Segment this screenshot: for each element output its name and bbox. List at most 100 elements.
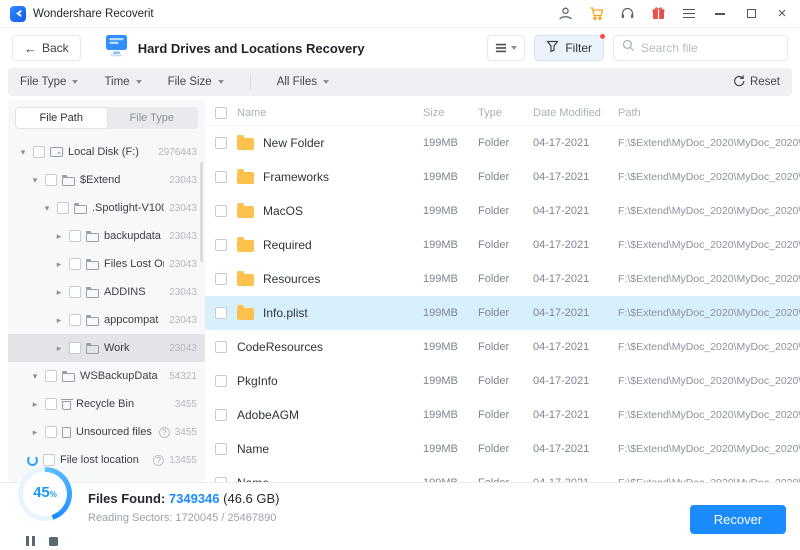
checkbox[interactable] xyxy=(215,341,227,353)
checkbox[interactable] xyxy=(215,273,227,285)
checkbox[interactable] xyxy=(215,443,227,455)
checkbox[interactable] xyxy=(215,375,227,387)
table-row[interactable]: Resources 199MB Folder 04-17-2021 F:\$Ex… xyxy=(205,262,800,296)
folder-icon xyxy=(74,202,87,214)
close-button[interactable]: × xyxy=(774,6,790,22)
tree-item-addins[interactable]: ADDINS 23043 xyxy=(8,278,205,306)
tree-item-backupdata[interactable]: backupdata 23043 xyxy=(8,222,205,250)
chevron-collapsed-icon[interactable] xyxy=(30,427,40,438)
filter-file-type-label: File Type xyxy=(20,76,67,88)
filter-time[interactable]: Time xyxy=(104,76,142,88)
recover-button[interactable]: Recover xyxy=(690,505,786,534)
search-icon xyxy=(622,39,635,57)
table-row[interactable]: Required 199MB Folder 04-17-2021 F:\$Ext… xyxy=(205,228,800,262)
cart-icon[interactable] xyxy=(588,6,604,22)
sidebar-scrollbar[interactable] xyxy=(200,162,203,262)
chevron-collapsed-icon[interactable] xyxy=(30,399,40,410)
checkbox[interactable] xyxy=(45,370,57,382)
tree-item-files-lost[interactable]: Files Lost Origri... 23043 xyxy=(8,250,205,278)
select-all-checkbox[interactable] xyxy=(215,106,227,119)
checkbox[interactable] xyxy=(215,239,227,251)
cell-type: Folder xyxy=(478,205,510,217)
checkbox[interactable] xyxy=(43,454,55,466)
tree-count: 23043 xyxy=(169,230,197,242)
tree-item-wsbackupdata[interactable]: WSBackupData 54321 xyxy=(8,362,205,390)
tree-count: 23043 xyxy=(169,258,197,270)
tree-item-local-disk[interactable]: Local Disk (F:) 2976443 xyxy=(8,138,205,166)
tree-item-appcompat[interactable]: appcompat 23043 xyxy=(8,306,205,334)
tree-label: WSBackupData xyxy=(80,370,158,382)
tree-item-extend[interactable]: $Extend 23043 xyxy=(8,166,205,194)
checkbox[interactable] xyxy=(57,202,69,214)
chevron-collapsed-icon[interactable] xyxy=(54,259,64,270)
checkbox[interactable] xyxy=(69,230,81,242)
filter-button[interactable]: Filter xyxy=(534,33,606,61)
checkbox[interactable] xyxy=(215,307,227,319)
minimize-button[interactable] xyxy=(712,6,728,22)
account-icon[interactable] xyxy=(557,6,573,22)
table-row[interactable]: PkgInfo 199MB Folder 04-17-2021 F:\$Exte… xyxy=(205,364,800,398)
checkbox[interactable] xyxy=(215,205,227,217)
filter-file-size[interactable]: File Size xyxy=(168,76,224,88)
cell-name: Frameworks xyxy=(263,170,330,184)
tree-label: File lost location xyxy=(60,454,139,466)
filter-all-files-label: All Files xyxy=(276,76,317,88)
support-headset-icon[interactable] xyxy=(619,6,635,22)
checkbox[interactable] xyxy=(69,258,81,270)
table-row[interactable]: MacOS 199MB Folder 04-17-2021 F:\$Extend… xyxy=(205,194,800,228)
chevron-collapsed-icon[interactable] xyxy=(54,343,64,354)
table-row[interactable]: Name 199MB Folder 04-17-2021 F:\$Extend\… xyxy=(205,466,800,482)
table-row[interactable]: Name 199MB Folder 04-17-2021 F:\$Extend\… xyxy=(205,432,800,466)
search-input[interactable] xyxy=(641,41,779,55)
menu-icon[interactable] xyxy=(681,6,697,22)
table-row[interactable]: New Folder 199MB Folder 04-17-2021 F:\$E… xyxy=(205,126,800,160)
checkbox[interactable] xyxy=(215,137,227,149)
table-row[interactable]: CodeResources 199MB Folder 04-17-2021 F:… xyxy=(205,330,800,364)
tree-item-unsourced-files[interactable]: Unsourced files 3455 xyxy=(8,418,205,446)
filter-all-files[interactable]: All Files xyxy=(277,76,329,88)
tab-file-type[interactable]: File Type xyxy=(107,108,198,128)
checkbox[interactable] xyxy=(69,286,81,298)
tree-label: .Spotlight-V10000... xyxy=(92,202,165,214)
cell-type: Folder xyxy=(478,341,510,353)
table-row-selected[interactable]: Info.plist 199MB Folder 04-17-2021 F:\$E… xyxy=(205,296,800,330)
chevron-expanded-icon[interactable] xyxy=(42,203,52,214)
chevron-collapsed-icon[interactable] xyxy=(54,287,64,298)
stop-button[interactable] xyxy=(48,536,58,546)
checkbox[interactable] xyxy=(45,174,57,186)
tree-count: 23043 xyxy=(169,314,197,326)
help-icon[interactable] xyxy=(153,454,165,466)
chevron-expanded-icon[interactable] xyxy=(30,175,40,186)
disk-icon xyxy=(50,147,63,157)
table-row[interactable]: AdobeAGM 199MB Folder 04-17-2021 F:\$Ext… xyxy=(205,398,800,432)
gift-icon[interactable] xyxy=(650,6,666,22)
table-row[interactable]: Frameworks 199MB Folder 04-17-2021 F:\$E… xyxy=(205,160,800,194)
chevron-collapsed-icon[interactable] xyxy=(54,315,64,326)
checkbox[interactable] xyxy=(45,426,57,438)
checkbox[interactable] xyxy=(215,409,227,421)
cell-name: Info.plist xyxy=(263,306,308,320)
checkbox[interactable] xyxy=(215,171,227,183)
tree-item-work[interactable]: Work 23043 xyxy=(8,334,205,362)
cell-name: New Folder xyxy=(263,136,325,150)
checkbox[interactable] xyxy=(69,342,81,354)
reset-button[interactable]: Reset xyxy=(732,74,780,90)
chevron-expanded-icon[interactable] xyxy=(18,147,28,158)
checkbox[interactable] xyxy=(33,146,45,158)
help-icon[interactable] xyxy=(158,426,170,438)
tree-item-recycle-bin[interactable]: Recycle Bin 3455 xyxy=(8,390,205,418)
maximize-button[interactable] xyxy=(743,6,759,22)
cell-size: 199MB xyxy=(423,273,458,285)
cell-path: F:\$Extend\MyDoc_2020\MyDoc_2020\M... xyxy=(618,171,800,183)
view-options-button[interactable] xyxy=(487,35,526,61)
pause-button[interactable] xyxy=(26,536,35,546)
tree-item-spotlight[interactable]: .Spotlight-V10000... 23043 xyxy=(8,194,205,222)
filter-file-type[interactable]: File Type xyxy=(20,76,79,88)
checkbox[interactable] xyxy=(69,314,81,326)
chevron-expanded-icon[interactable] xyxy=(30,371,40,382)
tab-file-path[interactable]: File Path xyxy=(16,108,107,128)
back-button[interactable]: ← Back xyxy=(12,35,81,61)
search-box[interactable] xyxy=(613,35,788,61)
chevron-collapsed-icon[interactable] xyxy=(54,231,64,242)
checkbox[interactable] xyxy=(45,398,57,410)
